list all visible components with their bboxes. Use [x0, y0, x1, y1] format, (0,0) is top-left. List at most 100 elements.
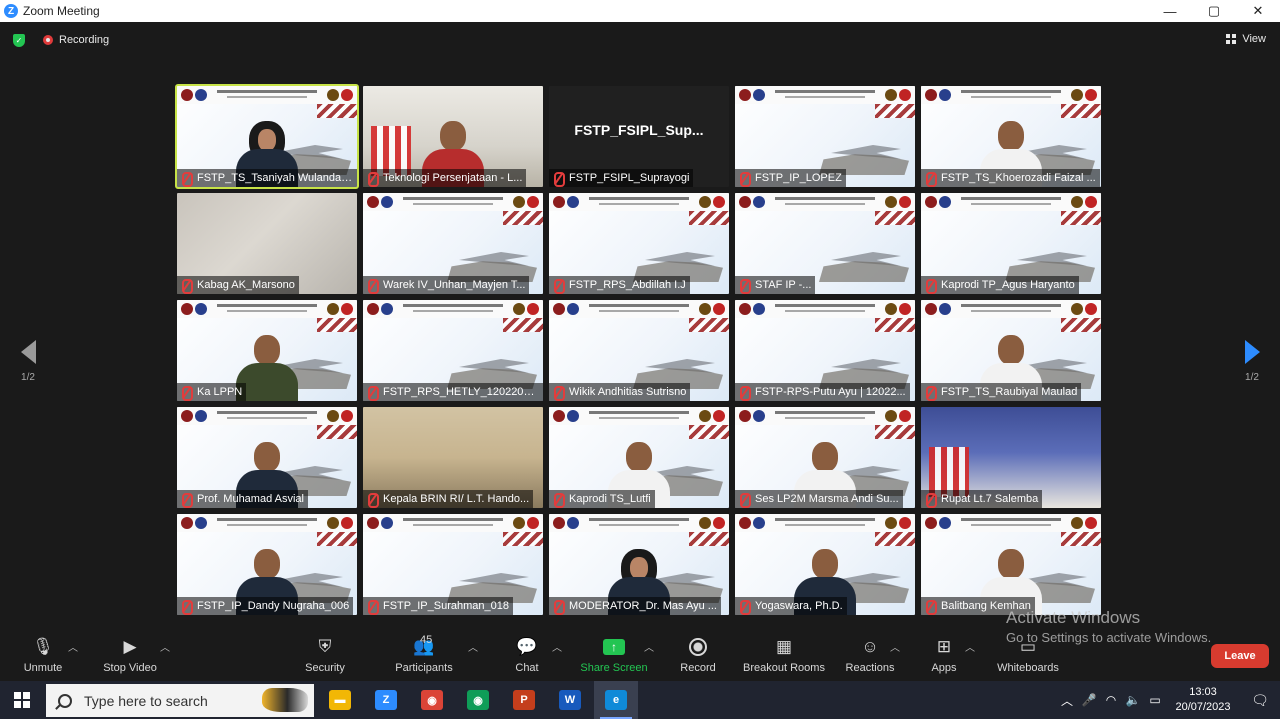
taskbar-word-button[interactable]: W	[548, 681, 592, 719]
video-options-caret[interactable]: ︿	[160, 639, 170, 654]
participant-tile[interactable]: FSTP-RPS-Putu Ayu | 12022...	[735, 300, 915, 401]
participant-tile[interactable]: FSTP_TS_Tsaniyah Wulandari ...	[175, 84, 359, 189]
participant-tile[interactable]: FSTP_RPS_Abdillah I.J	[549, 193, 729, 294]
taskbar-chrome-profile-button[interactable]: ◉	[456, 681, 500, 719]
participant-name: Ka LPPN	[177, 383, 247, 401]
taskbar-zoom-button[interactable]: Z	[364, 681, 408, 719]
stop-video-label: Stop Video	[103, 662, 157, 674]
participants-button[interactable]: 👥 45 Participants	[392, 634, 456, 680]
edge-icon: e	[605, 690, 627, 710]
participant-tile[interactable]: Rupat Lt.7 Salemba	[921, 407, 1101, 508]
participant-name: Kaprodi TS_Lutfi	[549, 490, 655, 508]
previous-page-button[interactable]: 1/2	[8, 340, 48, 383]
clock[interactable]: 13:03 20/07/2023	[1172, 685, 1234, 715]
participant-name: Kabag AK_Marsono	[177, 276, 299, 294]
participant-tile[interactable]: Ka LPPN	[177, 300, 357, 401]
maximize-button[interactable]: ▢	[1192, 0, 1236, 22]
unmute-label: Unmute	[23, 662, 63, 674]
wifi-icon[interactable]: ◠	[1100, 693, 1122, 707]
window-controls: — ▢ ✕	[1148, 0, 1280, 22]
participant-tile[interactable]: Kaprodi TP_Agus Haryanto	[921, 193, 1101, 294]
participant-tile[interactable]: Prof. Muhamad Asvial	[177, 407, 357, 508]
left-arrow-icon	[20, 340, 36, 364]
notification-icon[interactable]: 🗨	[1240, 692, 1280, 709]
participant-name: Rupat Lt.7 Salemba	[921, 490, 1043, 508]
participant-tile[interactable]: Warek IV_Unhan_Mayjen T...	[363, 193, 543, 294]
audio-options-caret[interactable]: ︿	[68, 639, 78, 654]
view-button[interactable]: View	[1226, 33, 1266, 45]
participants-icon: 👥 45	[413, 634, 435, 656]
participant-tile[interactable]: Kepala BRIN RI/ L.T. Hando...	[363, 407, 543, 508]
record-button[interactable]: Record	[676, 636, 720, 680]
recording-label[interactable]: Recording	[59, 34, 109, 46]
participant-name: Warek IV_Unhan_Mayjen T...	[363, 276, 530, 294]
taskbar-file-explorer-button[interactable]: ▬	[318, 681, 362, 719]
recording-icon	[43, 35, 53, 45]
participant-tile[interactable]: FSTP_IP_LOPEZ	[735, 86, 915, 187]
chat-button[interactable]: 💬 Chat	[510, 636, 544, 680]
participant-tile[interactable]: Wikik Andhitias Sutrisno	[549, 300, 729, 401]
windows-start-icon[interactable]	[14, 692, 30, 708]
participant-tile[interactable]: Yogaswara, Ph.D.	[735, 514, 915, 615]
participant-name: FSTP_TS_Khoerozadi Faizal ...	[921, 169, 1100, 187]
next-page-button[interactable]: 1/2	[1232, 340, 1272, 383]
microphone-tray-icon[interactable]: 🎤	[1078, 693, 1100, 707]
view-label: View	[1242, 33, 1266, 45]
chevron-up-icon[interactable]: ︿	[1056, 692, 1078, 709]
share-screen-icon: ↑	[580, 636, 648, 658]
participant-name: FSTP_IP_LOPEZ	[735, 169, 846, 187]
leave-button[interactable]: Leave	[1211, 644, 1269, 668]
participant-name: FSTP_TS_Tsaniyah Wulandari ...	[177, 169, 357, 187]
encryption-shield-icon[interactable]: ✓	[13, 33, 25, 47]
participant-name: FSTP_IP_Dandy Nugraha_006	[177, 597, 354, 615]
battery-icon[interactable]: ▭	[1144, 693, 1166, 707]
participant-tile[interactable]: FSTP_TS_Khoerozadi Faizal ...	[921, 86, 1101, 187]
stop-video-button[interactable]: ▶ Stop Video	[100, 636, 160, 680]
unmute-button[interactable]: 🎙 Unmute	[18, 636, 68, 680]
whiteboards-button[interactable]: ▭ Whiteboards	[994, 636, 1062, 680]
breakout-rooms-icon: ▦	[775, 637, 793, 656]
speaker-icon[interactable]: 🔈	[1122, 693, 1144, 707]
participants-options-caret[interactable]: ︿	[468, 639, 478, 654]
video-camera-icon: ▶	[123, 637, 137, 656]
taskbar-powerpoint-button[interactable]: P	[502, 681, 546, 719]
meeting-area: ✓ Recording View 1/2 1/2 FSTP_TS_Tsaniya…	[0, 22, 1280, 630]
participant-tile[interactable]: Ses LP2M Marsma Andi Su...	[735, 407, 915, 508]
taskbar-search-box[interactable]: Type here to search	[46, 684, 314, 717]
minimize-button[interactable]: —	[1148, 0, 1192, 22]
participant-name: Ses LP2M Marsma Andi Su...	[735, 490, 903, 508]
participant-name: FSTP_IP_Surahman_018	[363, 597, 513, 615]
share-options-caret[interactable]: ︿	[644, 639, 654, 654]
participant-tile[interactable]: Balitbang Kemhan	[921, 514, 1101, 615]
chat-options-caret[interactable]: ︿	[552, 639, 562, 654]
participant-name: FSTP_FSIPL_Suprayogi	[549, 169, 694, 187]
participant-tile[interactable]: STAF IP -...	[735, 193, 915, 294]
taskbar-chrome-button[interactable]: ◉	[410, 681, 454, 719]
close-button[interactable]: ✕	[1236, 0, 1280, 22]
participant-tile[interactable]: MODERATOR_Dr. Mas Ayu ...	[549, 514, 729, 615]
taskbar-edge-button[interactable]: e	[594, 681, 638, 719]
participant-tile[interactable]: FSTP_TS_Raubiyal Maulad	[921, 300, 1101, 401]
participant-name: FSTP_RPS_Abdillah I.J	[549, 276, 690, 294]
security-button[interactable]: ⛨ Security	[300, 636, 350, 680]
participants-label: Participants	[395, 662, 453, 674]
windows-taskbar: Type here to search ▬ Z ◉ ◉ P We ︿ 🎤 ◠ 🔈 ▭ 13…	[0, 681, 1280, 719]
participant-tile[interactable]: Teknologi Persenjataan - L...	[363, 86, 543, 187]
search-highlight-image	[262, 688, 308, 712]
reactions-button[interactable]: ☺ Reactions	[844, 636, 896, 680]
watermark-title: Activate Windows	[1006, 608, 1141, 627]
participant-tile[interactable]: FSTP_IP_Surahman_018	[363, 514, 543, 615]
grid-view-icon	[1226, 34, 1237, 44]
participant-tile[interactable]: FSTP_IP_Dandy Nugraha_006	[177, 514, 357, 615]
reactions-options-caret[interactable]: ︿	[890, 639, 900, 654]
share-screen-button[interactable]: ↑ Share Screen	[580, 636, 648, 680]
participant-tile[interactable]: Kabag AK_Marsono	[177, 193, 357, 294]
participant-tile[interactable]: FSTP_FSIPL_Sup... FSTP_FSIPL_Suprayogi	[549, 86, 729, 187]
apps-button[interactable]: ⊞ Apps	[928, 636, 960, 680]
participant-name: FSTP_TS_Raubiyal Maulad	[921, 383, 1082, 401]
reactions-label: Reactions	[845, 662, 895, 674]
apps-options-caret[interactable]: ︿	[965, 639, 975, 654]
participant-tile[interactable]: FSTP_RPS_HETLY_12022040...	[363, 300, 543, 401]
breakout-rooms-button[interactable]: ▦ Breakout Rooms	[742, 636, 826, 680]
participant-tile[interactable]: Kaprodi TS_Lutfi	[549, 407, 729, 508]
